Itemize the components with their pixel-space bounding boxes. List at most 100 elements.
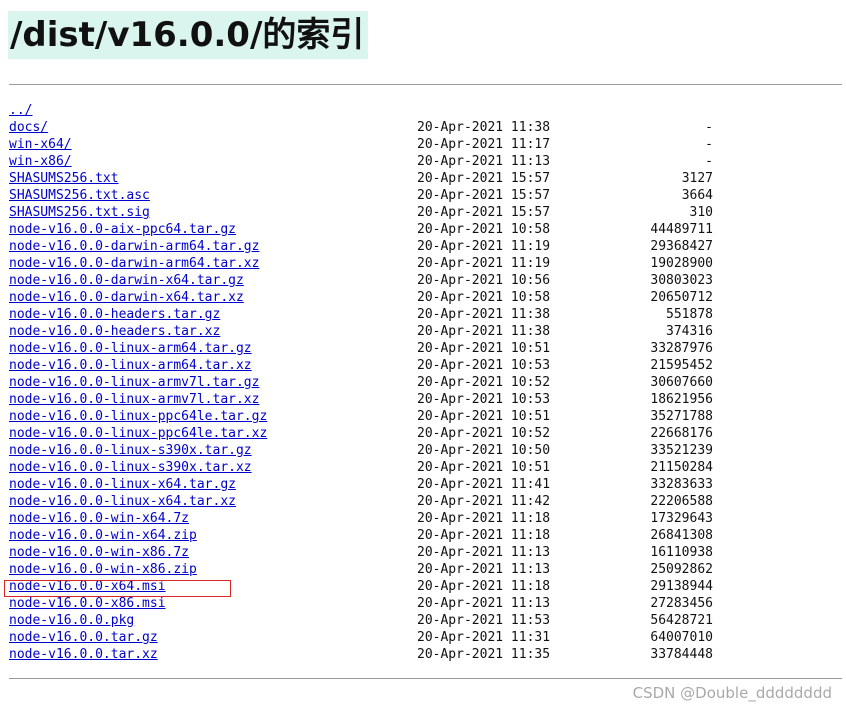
file-row: node-v16.0.0-win-x86.zip 20-Apr-2021 11:1… <box>9 561 729 578</box>
file-date: 20-Apr-2021 15:57 <box>417 188 551 203</box>
file-date: 20-Apr-2021 11:18 <box>417 528 551 543</box>
file-link[interactable]: node-v16.0.0-darwin-arm64.tar.gz <box>9 238 259 255</box>
file-link[interactable]: node-v16.0.0-darwin-x64.tar.gz <box>9 272 244 289</box>
file-row: SHASUMS256.txt 20-Apr-2021 15:57 3127 <box>9 170 729 187</box>
file-row: win-x86/20-Apr-2021 11:13 - <box>9 153 729 170</box>
top-divider <box>9 84 842 85</box>
file-date: 20-Apr-2021 11:19 <box>417 239 551 254</box>
file-link[interactable]: docs/ <box>9 119 48 136</box>
parent-directory-link[interactable]: ../ <box>9 102 32 119</box>
file-link[interactable]: node-v16.0.0-headers.tar.xz <box>9 323 220 340</box>
highlight-box <box>4 580 231 597</box>
file-link[interactable]: win-x86/ <box>9 153 72 170</box>
file-date: 20-Apr-2021 11:13 <box>417 562 551 577</box>
file-link[interactable]: node-v16.0.0-linux-ppc64le.tar.gz <box>9 408 267 425</box>
file-row: SHASUMS256.txt.sig 20-Apr-2021 15:57 310 <box>9 204 729 221</box>
file-date: 20-Apr-2021 11:18 <box>417 579 551 594</box>
file-row: node-v16.0.0-darwin-x64.tar.xz 20-Apr-202… <box>9 289 729 306</box>
file-link[interactable]: node-v16.0.0-linux-x64.tar.xz <box>9 493 236 510</box>
file-size: 16110938 <box>650 545 713 560</box>
file-date: 20-Apr-2021 10:51 <box>417 460 551 475</box>
file-size: 64007010 <box>650 630 713 645</box>
file-row: node-v16.0.0-win-x64.7z 20-Apr-2021 11:18… <box>9 510 729 527</box>
file-link[interactable]: node-v16.0.0-win-x64.7z <box>9 510 189 527</box>
file-size: 27283456 <box>650 596 713 611</box>
directory-listing: ../ docs/20-Apr-2021 11:38 - win-x64/20-Ap… <box>9 102 729 663</box>
file-link[interactable]: node-v16.0.0-linux-armv7l.tar.gz <box>9 374 259 391</box>
file-link[interactable]: node-v16.0.0-linux-armv7l.tar.xz <box>9 391 259 408</box>
file-row: node-v16.0.0-linux-armv7l.tar.gz 20-Apr-2… <box>9 374 729 391</box>
file-size: 35271788 <box>650 409 713 424</box>
file-size: 21595452 <box>650 358 713 373</box>
file-link[interactable]: node-v16.0.0-headers.tar.gz <box>9 306 220 323</box>
file-size: 18621956 <box>650 392 713 407</box>
file-row: node-v16.0.0-aix-ppc64.tar.gz 20-Apr-2021… <box>9 221 729 238</box>
file-link[interactable]: SHASUMS256.txt <box>9 170 119 187</box>
file-size: 3127 <box>681 171 713 186</box>
file-row: node-v16.0.0.tar.xz 20-Apr-2021 11:35 3378… <box>9 646 729 663</box>
file-size: - <box>705 137 713 152</box>
file-row: node-v16.0.0-linux-x64.tar.gz 20-Apr-2021… <box>9 476 729 493</box>
file-row: SHASUMS256.txt.asc 20-Apr-2021 15:57 3664 <box>9 187 729 204</box>
file-size: 29368427 <box>650 239 713 254</box>
file-date: 20-Apr-2021 11:42 <box>417 494 551 509</box>
file-size: 29138944 <box>650 579 713 594</box>
file-link[interactable]: node-v16.0.0-linux-s390x.tar.xz <box>9 459 252 476</box>
file-link[interactable]: node-v16.0.0-linux-arm64.tar.gz <box>9 340 252 357</box>
file-date: 20-Apr-2021 11:38 <box>417 120 551 135</box>
file-size: 310 <box>689 205 713 220</box>
file-size: 26841308 <box>650 528 713 543</box>
file-link[interactable]: node-v16.0.0.tar.xz <box>9 646 158 663</box>
file-link[interactable]: node-v16.0.0-x86.msi <box>9 595 166 612</box>
file-size: - <box>705 154 713 169</box>
file-link[interactable]: win-x64/ <box>9 136 72 153</box>
file-date: 20-Apr-2021 15:57 <box>417 205 551 220</box>
file-size: - <box>705 120 713 135</box>
file-date: 20-Apr-2021 10:53 <box>417 392 551 407</box>
file-row: node-v16.0.0.pkg 20-Apr-2021 11:53 5642872… <box>9 612 729 629</box>
file-row: node-v16.0.0-linux-x64.tar.xz 20-Apr-2021… <box>9 493 729 510</box>
file-size: 21150284 <box>650 460 713 475</box>
file-size: 25092862 <box>650 562 713 577</box>
file-date: 20-Apr-2021 11:41 <box>417 477 551 492</box>
file-date: 20-Apr-2021 11:19 <box>417 256 551 271</box>
file-size: 30607660 <box>650 375 713 390</box>
file-link[interactable]: node-v16.0.0-darwin-arm64.tar.xz <box>9 255 259 272</box>
file-date: 20-Apr-2021 10:53 <box>417 358 551 373</box>
file-link[interactable]: SHASUMS256.txt.sig <box>9 204 150 221</box>
file-link[interactable]: node-v16.0.0.pkg <box>9 612 134 629</box>
file-link[interactable]: node-v16.0.0.tar.gz <box>9 629 158 646</box>
file-link[interactable]: node-v16.0.0-linux-x64.tar.gz <box>9 476 236 493</box>
file-size: 33784448 <box>650 647 713 662</box>
file-link[interactable]: node-v16.0.0-aix-ppc64.tar.gz <box>9 221 236 238</box>
file-size: 30803023 <box>650 273 713 288</box>
file-row: node-v16.0.0-darwin-arm64.tar.gz 20-Apr-2… <box>9 238 729 255</box>
file-size: 22668176 <box>650 426 713 441</box>
file-date: 20-Apr-2021 11:35 <box>417 647 551 662</box>
file-link[interactable]: node-v16.0.0-linux-s390x.tar.gz <box>9 442 252 459</box>
file-row: node-v16.0.0-linux-ppc64le.tar.gz 20-Apr-… <box>9 408 729 425</box>
file-link[interactable]: node-v16.0.0-darwin-x64.tar.xz <box>9 289 244 306</box>
file-date: 20-Apr-2021 11:17 <box>417 137 551 152</box>
file-link[interactable]: node-v16.0.0-linux-arm64.tar.xz <box>9 357 252 374</box>
file-row: node-v16.0.0-x86.msi 20-Apr-2021 11:13 272… <box>9 595 729 612</box>
file-date: 20-Apr-2021 11:38 <box>417 307 551 322</box>
file-link[interactable]: node-v16.0.0-win-x86.7z <box>9 544 189 561</box>
file-link[interactable]: node-v16.0.0-linux-ppc64le.tar.xz <box>9 425 267 442</box>
file-size: 551878 <box>666 307 713 322</box>
file-row: node-v16.0.0-darwin-arm64.tar.xz 20-Apr-2… <box>9 255 729 272</box>
file-link[interactable]: node-v16.0.0-win-x86.zip <box>9 561 197 578</box>
file-size: 374316 <box>666 324 713 339</box>
page-title: /dist/v16.0.0/的索引 <box>10 15 365 55</box>
parent-directory-row: ../ <box>9 102 729 119</box>
file-link[interactable]: SHASUMS256.txt.asc <box>9 187 150 204</box>
file-link[interactable]: node-v16.0.0-win-x64.zip <box>9 527 197 544</box>
file-date: 20-Apr-2021 11:13 <box>417 596 551 611</box>
file-date: 20-Apr-2021 11:53 <box>417 613 551 628</box>
file-row: node-v16.0.0-linux-armv7l.tar.xz 20-Apr-2… <box>9 391 729 408</box>
file-date: 20-Apr-2021 10:52 <box>417 426 551 441</box>
file-row: docs/20-Apr-2021 11:38 - <box>9 119 729 136</box>
file-row: node-v16.0.0-linux-arm64.tar.gz 20-Apr-20… <box>9 340 729 357</box>
file-size: 33287976 <box>650 341 713 356</box>
file-row: node-v16.0.0-darwin-x64.tar.gz 20-Apr-202… <box>9 272 729 289</box>
